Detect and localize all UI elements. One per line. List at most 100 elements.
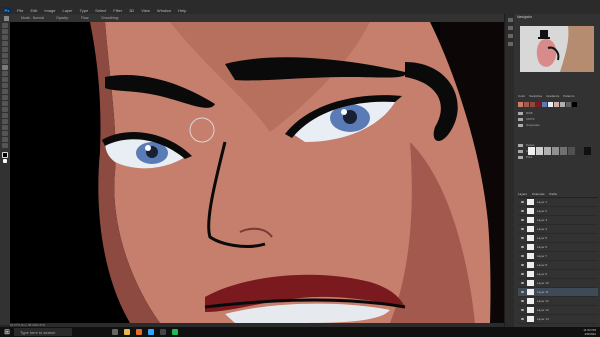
adjustments-icon[interactable]	[507, 42, 513, 46]
menu-view[interactable]: View	[141, 8, 150, 13]
firefox-icon[interactable]	[136, 329, 142, 335]
menu-3d[interactable]: 3D	[129, 8, 134, 13]
menu-window[interactable]: Window	[157, 8, 171, 13]
menu-layer[interactable]: Layer	[62, 8, 72, 13]
tab-color[interactable]: Color	[518, 94, 525, 98]
layer-row[interactable]: Layer 8	[518, 261, 598, 270]
visibility-eye-icon[interactable]	[521, 237, 524, 239]
stamp-tool-icon[interactable]	[2, 71, 8, 76]
healing-tool-icon[interactable]	[2, 59, 8, 64]
foreground-color-swatch[interactable]	[2, 152, 8, 158]
brush-tool-icon[interactable]	[4, 15, 9, 21]
obs-icon[interactable]	[160, 329, 166, 335]
tab-gradients[interactable]: Gradients	[546, 94, 559, 98]
properties-icon[interactable]	[507, 26, 513, 30]
eyedropper-tool-icon[interactable]	[2, 53, 8, 58]
swatch[interactable]	[554, 102, 559, 107]
layer-row[interactable]: Layer 1	[518, 198, 598, 207]
system-tray-clock[interactable]: 11:52 PM 4/9/2022	[583, 328, 596, 336]
document-canvas[interactable]	[10, 22, 504, 323]
type-tool-icon[interactable]	[2, 113, 8, 118]
visibility-eye-icon[interactable]	[521, 282, 524, 284]
swatch[interactable]	[542, 102, 547, 107]
layer-row[interactable]: Layer 9	[518, 270, 598, 279]
navigator-tab[interactable]: Navigator	[514, 14, 600, 20]
dodge-tool-icon[interactable]	[2, 101, 8, 106]
brush-tool-icon[interactable]	[2, 65, 8, 70]
layer-row[interactable]: Layer 13	[518, 306, 598, 315]
visibility-eye-icon[interactable]	[521, 309, 524, 311]
layer-row-selected[interactable]: Layer 11	[518, 288, 598, 297]
visibility-eye-icon[interactable]	[521, 210, 524, 212]
opacity-label[interactable]: Opacity:	[56, 16, 69, 20]
swatch[interactable]	[576, 147, 583, 155]
swatch[interactable]	[560, 147, 567, 155]
visibility-eye-icon[interactable]	[521, 273, 524, 275]
visibility-eye-icon[interactable]	[521, 264, 524, 266]
tab-layers[interactable]: Layers	[518, 192, 527, 196]
menu-filter[interactable]: Filter	[113, 8, 122, 13]
layer-row[interactable]: Layer 5	[518, 234, 598, 243]
swatch[interactable]	[560, 102, 565, 107]
layer-row[interactable]: Layer 4	[518, 225, 598, 234]
tab-paths[interactable]: Paths	[549, 192, 557, 196]
swatch[interactable]	[528, 147, 535, 155]
menu-select[interactable]: Select	[95, 8, 106, 13]
visibility-eye-icon[interactable]	[521, 219, 524, 221]
visibility-eye-icon[interactable]	[521, 318, 524, 320]
swatch[interactable]	[524, 102, 529, 107]
layer-row[interactable]: Layer 7	[518, 252, 598, 261]
swatch[interactable]	[552, 147, 559, 155]
pen-tool-icon[interactable]	[2, 107, 8, 112]
menu-image[interactable]: Image	[44, 8, 55, 13]
marquee-tool-icon[interactable]	[2, 29, 8, 34]
swatch[interactable]	[568, 147, 575, 155]
swatch[interactable]	[536, 102, 541, 107]
spotify-icon[interactable]	[172, 329, 178, 335]
flow-label[interactable]: Flow:	[81, 16, 89, 20]
tab-channels[interactable]: Channels	[532, 192, 545, 196]
visibility-eye-icon[interactable]	[521, 300, 524, 302]
history-icon[interactable]	[507, 18, 513, 22]
swatch[interactable]	[584, 147, 591, 155]
smoothing-label[interactable]: Smoothing:	[101, 16, 119, 20]
visibility-eye-icon[interactable]	[521, 291, 524, 293]
layer-row[interactable]: Layer 3	[518, 216, 598, 225]
crop-tool-icon[interactable]	[2, 47, 8, 52]
swatch[interactable]	[518, 102, 523, 107]
quick-select-tool-icon[interactable]	[2, 41, 8, 46]
brush-settings-icon[interactable]	[507, 34, 513, 38]
layer-row[interactable]: Layer 14	[518, 315, 598, 324]
lasso-tool-icon[interactable]	[2, 35, 8, 40]
shape-tool-icon[interactable]	[2, 125, 8, 130]
layer-row[interactable]: Layer 12	[518, 297, 598, 306]
hand-tool-icon[interactable]	[2, 131, 8, 136]
photoshop-taskbar-icon[interactable]	[148, 329, 154, 335]
menu-type[interactable]: Type	[80, 8, 89, 13]
layer-row[interactable]: Layer 2	[518, 207, 598, 216]
history-brush-icon[interactable]	[2, 77, 8, 82]
taskbar-search-input[interactable]: Type here to search	[14, 328, 72, 336]
swatch[interactable]	[536, 147, 543, 155]
navigator-thumbnail[interactable]	[520, 26, 594, 72]
task-view-icon[interactable]	[112, 329, 118, 335]
layer-row[interactable]: Layer 6	[518, 243, 598, 252]
visibility-eye-icon[interactable]	[521, 246, 524, 248]
background-color-swatch[interactable]	[3, 159, 7, 163]
path-select-tool-icon[interactable]	[2, 119, 8, 124]
menu-help[interactable]: Help	[178, 8, 186, 13]
file-explorer-icon[interactable]	[124, 329, 130, 335]
visibility-eye-icon[interactable]	[521, 201, 524, 203]
visibility-eye-icon[interactable]	[521, 255, 524, 257]
layer-row[interactable]: Layer 10	[518, 279, 598, 288]
swatch[interactable]	[544, 147, 551, 155]
gradient-tool-icon[interactable]	[2, 89, 8, 94]
tab-swatches[interactable]: Swatches	[529, 94, 542, 98]
swatch[interactable]	[572, 102, 577, 107]
eraser-tool-icon[interactable]	[2, 83, 8, 88]
visibility-eye-icon[interactable]	[521, 228, 524, 230]
move-tool-icon[interactable]	[2, 23, 8, 28]
swatch-folder[interactable]: Grayscale	[518, 122, 596, 128]
swatch[interactable]	[548, 102, 553, 107]
tab-patterns[interactable]: Patterns	[563, 94, 574, 98]
